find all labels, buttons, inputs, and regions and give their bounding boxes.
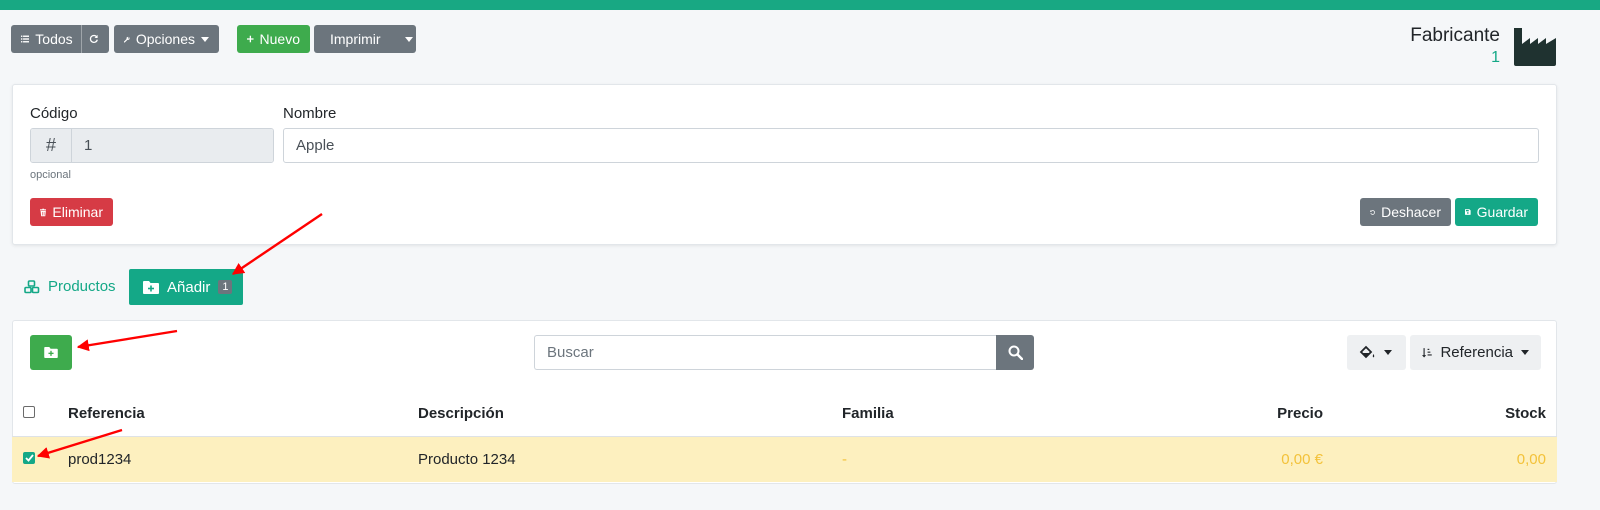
codigo-input[interactable]: 1 [72,129,273,162]
cell-familia: - [842,451,847,468]
column-header-referencia[interactable]: Referencia [68,405,145,422]
nombre-input[interactable]: Apple [283,128,1539,163]
cell-stock: 0,00 [1516,451,1546,468]
color-filter-button[interactable] [1347,335,1406,370]
sort-dropdown[interactable]: Referencia [1410,335,1541,370]
nombre-label: Nombre [283,105,337,122]
search-button[interactable] [996,335,1034,370]
nuevo-label: Nuevo [259,31,300,47]
opciones-label: Opciones [135,31,195,47]
hash-icon: # [31,129,72,162]
chevron-down-icon [1384,350,1392,355]
refresh-icon[interactable] [89,32,99,46]
todos-button-group[interactable]: Todos [11,25,109,53]
guardar-label: Guardar [1476,204,1528,220]
sort-label: Referencia [1440,344,1513,361]
undo-icon [1370,209,1375,215]
cell-precio: 0,00 € [1281,451,1323,468]
imprimir-button[interactable]: Imprimir [314,25,416,53]
tab-anadir[interactable]: Añadir 1 [129,269,243,305]
eliminar-button[interactable]: Eliminar [30,198,113,226]
page-title-text: Fabricante [1410,25,1500,46]
search-input[interactable]: Buscar [534,335,997,370]
imprimir-label: Imprimir [330,31,381,47]
column-header-precio[interactable]: Precio [1277,405,1323,422]
trash-icon [40,208,47,216]
check-icon [24,454,34,462]
plus-icon [247,35,254,43]
save-icon [1465,209,1471,215]
chevron-down-icon[interactable] [404,36,413,42]
cell-referencia[interactable]: prod1234 [68,451,131,468]
cubes-icon [24,279,40,293]
chevron-down-icon [201,36,209,42]
paint-bucket-icon [1359,345,1375,359]
list-icon [21,35,30,43]
page-title: Fabricante 1 [1410,25,1500,67]
guardar-button[interactable]: Guardar [1455,198,1538,226]
deshacer-label: Deshacer [1381,204,1441,220]
button-separator [80,25,82,53]
select-all-checkbox[interactable] [23,406,35,418]
factory-icon [1514,28,1556,66]
tab-productos-label: Productos [48,278,116,295]
column-header-stock[interactable]: Stock [1505,405,1546,422]
table-row[interactable] [12,437,1557,482]
codigo-field[interactable]: # 1 [30,128,274,163]
deshacer-button[interactable]: Deshacer [1360,198,1451,226]
nuevo-button[interactable]: Nuevo [237,25,310,53]
record-count: 1 [1491,49,1500,66]
top-accent-bar [0,0,1600,10]
folder-plus-icon [143,280,159,294]
column-header-descripcion[interactable]: Descripción [418,405,504,422]
opciones-button[interactable]: Opciones [114,25,219,53]
edit-form-card [12,84,1557,245]
todos-label: Todos [35,31,73,47]
eliminar-label: Eliminar [52,204,103,220]
tab-productos[interactable]: Productos [24,278,116,295]
add-product-button[interactable] [30,335,72,370]
sort-amount-down-icon [1422,347,1432,358]
cell-descripcion: Producto 1234 [418,451,516,468]
tab-anadir-badge: 1 [218,280,233,294]
search-icon [1008,345,1023,360]
chevron-down-icon [1521,350,1529,355]
column-header-familia[interactable]: Familia [842,405,894,422]
codigo-label: Código [30,105,78,122]
tab-anadir-label: Añadir [167,278,211,296]
row-checkbox[interactable] [23,452,35,464]
folder-plus-icon [44,347,58,358]
codigo-help-text: opcional [30,169,71,181]
wrench-icon [124,36,130,43]
